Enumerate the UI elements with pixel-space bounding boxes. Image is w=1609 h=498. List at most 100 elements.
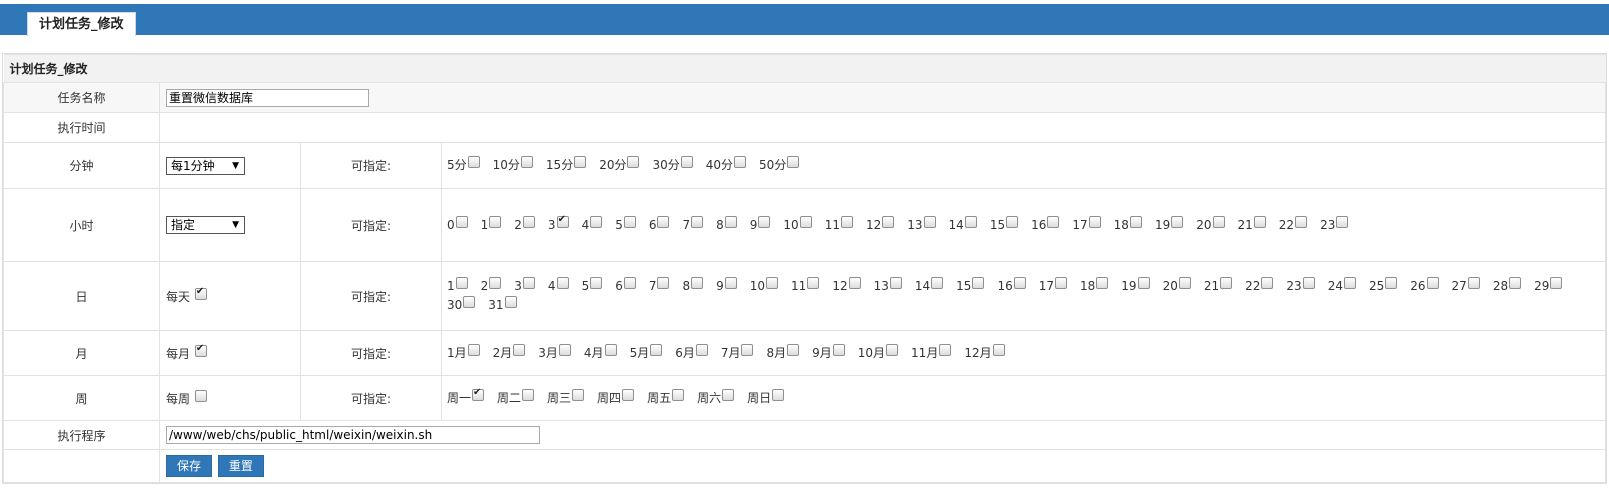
checkbox-option[interactable]: 15分 <box>546 156 587 175</box>
checkbox[interactable] <box>489 277 502 289</box>
checkbox-option[interactable]: 16 <box>997 277 1026 296</box>
checkbox[interactable] <box>832 343 845 356</box>
checkbox-option[interactable]: 6 <box>615 277 636 296</box>
checkbox-option[interactable]: 10 <box>750 277 779 296</box>
checkbox-option[interactable]: 19 <box>1121 277 1150 296</box>
checkbox-option[interactable]: 24 <box>1328 277 1356 296</box>
checkbox-option[interactable]: 21 <box>1204 277 1233 296</box>
checkbox-option[interactable]: 40分 <box>706 156 747 175</box>
checkbox-option[interactable]: 8月 <box>766 343 800 363</box>
checkbox[interactable] <box>1212 215 1225 228</box>
checkbox[interactable] <box>799 215 812 228</box>
checkbox[interactable] <box>695 343 708 356</box>
checkbox-option[interactable]: 周二 <box>497 388 535 408</box>
checkbox-option[interactable]: 5 <box>582 277 603 296</box>
checkbox[interactable] <box>467 343 480 356</box>
checkbox[interactable] <box>558 343 571 356</box>
checkbox[interactable] <box>923 215 936 228</box>
checkbox[interactable] <box>1178 277 1191 289</box>
checkbox-option[interactable]: 9月 <box>812 343 845 363</box>
checkbox-option[interactable]: 11 <box>825 215 853 235</box>
checkbox-option[interactable]: 18 <box>1114 215 1142 235</box>
checkbox[interactable] <box>556 213 569 228</box>
checkbox-option[interactable]: 14 <box>949 215 977 235</box>
checkbox[interactable] <box>807 277 820 289</box>
checkbox[interactable] <box>1096 277 1109 289</box>
checkbox-option[interactable]: 3月 <box>538 343 571 363</box>
checkbox[interactable] <box>848 277 861 289</box>
checkbox-option[interactable]: 8 <box>716 215 737 235</box>
checkbox-option[interactable]: 30分 <box>652 156 693 175</box>
checkbox-option[interactable]: 1 <box>481 215 502 235</box>
checkbox-option[interactable]: 26 <box>1410 277 1439 296</box>
checkbox-option[interactable]: 周五 <box>647 388 685 408</box>
checkbox[interactable] <box>964 215 977 228</box>
checkbox[interactable] <box>691 277 704 289</box>
checkbox[interactable] <box>623 277 636 289</box>
checkbox-option[interactable]: 9 <box>750 215 771 235</box>
checkbox-option[interactable]: 22 <box>1245 277 1274 296</box>
checkbox-option[interactable]: 周一 <box>447 386 485 408</box>
checkbox[interactable] <box>504 296 517 308</box>
month-every-checkbox[interactable] <box>194 342 207 357</box>
checkbox[interactable] <box>572 388 585 401</box>
checkbox[interactable] <box>1295 215 1308 228</box>
checkbox[interactable] <box>1171 215 1184 228</box>
checkbox-option[interactable]: 23 <box>1320 215 1349 235</box>
checkbox[interactable] <box>992 343 1005 356</box>
checkbox[interactable] <box>889 277 902 289</box>
checkbox[interactable] <box>734 156 747 168</box>
checkbox[interactable] <box>722 388 735 401</box>
checkbox-option[interactable]: 12 <box>832 277 861 296</box>
checkbox-option[interactable]: 8 <box>682 277 704 296</box>
checkbox[interactable] <box>455 215 468 228</box>
checkbox-option[interactable]: 10分 <box>493 156 533 175</box>
checkbox[interactable] <box>741 343 754 356</box>
checkbox[interactable] <box>513 343 526 356</box>
checkbox[interactable] <box>1426 277 1439 289</box>
checkbox-option[interactable]: 20分 <box>599 156 640 175</box>
checkbox-option[interactable]: 15 <box>956 277 985 296</box>
checkbox[interactable] <box>522 388 535 401</box>
checkbox[interactable] <box>1137 277 1150 289</box>
checkbox-option[interactable]: 周四 <box>597 388 635 408</box>
checkbox[interactable] <box>1467 277 1480 289</box>
checkbox-option[interactable]: 20 <box>1196 215 1225 235</box>
checkbox-option[interactable]: 29 <box>1534 277 1563 296</box>
checkbox-option[interactable]: 20 <box>1163 277 1191 296</box>
checkbox-option[interactable]: 5月 <box>630 343 663 363</box>
checkbox-option[interactable]: 3 <box>514 277 535 296</box>
checkbox[interactable] <box>1047 215 1060 228</box>
checkbox[interactable] <box>520 156 533 168</box>
week-every-checkbox[interactable] <box>194 389 207 402</box>
checkbox-option[interactable]: 7 <box>649 277 670 296</box>
checkbox-option[interactable]: 25 <box>1369 277 1398 296</box>
checkbox-option[interactable]: 4月 <box>584 343 617 363</box>
checkbox[interactable] <box>1129 215 1142 228</box>
checkbox-option[interactable]: 2 <box>481 277 502 296</box>
checkbox[interactable] <box>680 156 693 168</box>
hour-select[interactable]: 指定 ▼ <box>166 216 245 234</box>
checkbox-option[interactable]: 23 <box>1286 277 1315 296</box>
checkbox[interactable] <box>604 343 617 356</box>
checkbox-option[interactable]: 11 <box>791 277 820 296</box>
checkbox[interactable] <box>691 215 704 228</box>
checkbox[interactable] <box>1220 277 1233 289</box>
checkbox-option[interactable]: 7月 <box>721 343 754 363</box>
checkbox[interactable] <box>672 388 685 401</box>
checkbox[interactable] <box>1385 277 1398 289</box>
page-tab[interactable]: 计划任务_修改 <box>27 12 136 36</box>
checkbox[interactable] <box>1261 277 1274 289</box>
checkbox-option[interactable]: 16 <box>1031 215 1060 235</box>
checkbox[interactable] <box>556 277 569 289</box>
checkbox[interactable] <box>787 343 800 356</box>
checkbox-option[interactable]: 28 <box>1493 277 1522 296</box>
checkbox-option[interactable]: 9 <box>716 277 737 296</box>
checkbox-option[interactable]: 30 <box>447 296 476 315</box>
checkbox[interactable] <box>489 215 502 228</box>
checkbox[interactable] <box>1336 215 1349 228</box>
checkbox-option[interactable]: 17 <box>1039 277 1068 296</box>
checkbox[interactable] <box>939 343 952 356</box>
checkbox-option[interactable]: 21 <box>1238 215 1266 235</box>
checkbox-option[interactable]: 5分 <box>447 156 480 175</box>
